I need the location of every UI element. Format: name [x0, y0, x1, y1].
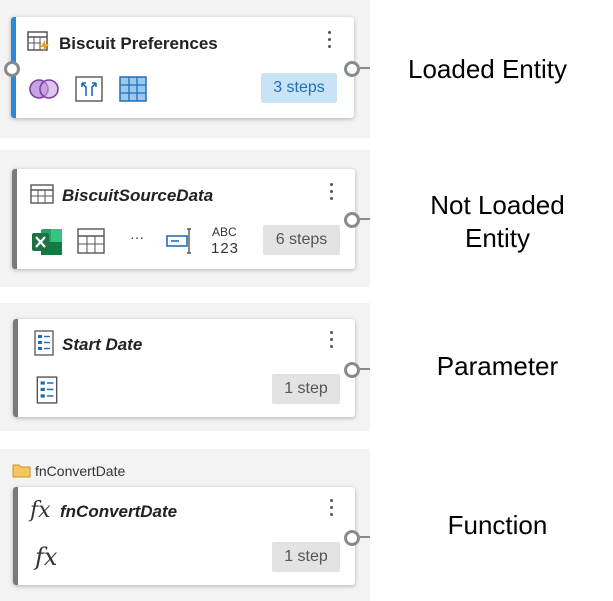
- parameter-icon: [34, 330, 54, 356]
- more-options-icon[interactable]: [328, 31, 332, 52]
- loaded-entity-label: Loaded Entity: [407, 54, 567, 84]
- not-loaded-entity-card[interactable]: BiscuitSourceData ··· ABC 123 6 steps: [12, 169, 355, 269]
- output-connector: [360, 536, 370, 538]
- function-card[interactable]: fx fnConvertDate fx 1 step: [13, 487, 355, 585]
- more-options-icon[interactable]: [330, 183, 334, 204]
- more-options-icon[interactable]: [330, 331, 334, 352]
- split-icon: [75, 76, 103, 102]
- more-options-icon[interactable]: [330, 499, 334, 520]
- parameter-title: Start Date: [62, 335, 143, 354]
- output-connector: [360, 368, 370, 370]
- not-loaded-entity-label-line1: Not Loaded: [430, 190, 565, 220]
- folder-icon: [12, 464, 31, 478]
- output-connector: [360, 67, 370, 69]
- entity-stripe: [12, 169, 17, 269]
- excel-icon: [32, 229, 62, 255]
- output-port[interactable]: [344, 61, 360, 77]
- not-loaded-entity-label-line2: Entity: [464, 223, 531, 253]
- type-123-text: 123: [211, 240, 240, 257]
- function-icon: fx: [30, 498, 51, 523]
- table-grid-icon: [119, 76, 147, 102]
- not-loaded-entity-title: BiscuitSourceData: [62, 186, 214, 205]
- output-port[interactable]: [344, 530, 360, 546]
- ellipsis-text: ···: [130, 229, 144, 245]
- type-abc-text: ABC: [212, 225, 237, 239]
- output-port[interactable]: [344, 362, 360, 378]
- folder-label: fnConvertDate: [35, 463, 126, 479]
- function-label: Function: [447, 510, 548, 540]
- entity-stripe: [13, 319, 18, 417]
- parameter-card[interactable]: Start Date 1 step: [13, 319, 355, 417]
- table-icon: [77, 228, 105, 254]
- function-title: fnConvertDate: [60, 502, 178, 521]
- rename-column-icon: [166, 228, 191, 254]
- loaded-entity-card[interactable]: Biscuit Preferences 3 steps: [11, 17, 354, 118]
- steps-badge[interactable]: 3 steps: [261, 73, 337, 103]
- input-port[interactable]: [4, 61, 20, 77]
- output-port[interactable]: [344, 212, 360, 228]
- merge-icon: [29, 79, 59, 99]
- parameter-label: Parameter: [436, 351, 559, 381]
- table-lightning-icon: [27, 31, 49, 53]
- output-connector: [360, 218, 370, 220]
- steps-badge[interactable]: 6 steps: [263, 225, 340, 255]
- loaded-entity-title: Biscuit Preferences: [59, 34, 218, 53]
- table-icon: [30, 184, 54, 204]
- steps-badge[interactable]: 1 step: [272, 542, 340, 572]
- function-icon: fx: [35, 543, 58, 571]
- steps-badge[interactable]: 1 step: [272, 374, 340, 404]
- entity-stripe: [13, 487, 18, 585]
- parameter-icon: [36, 376, 58, 404]
